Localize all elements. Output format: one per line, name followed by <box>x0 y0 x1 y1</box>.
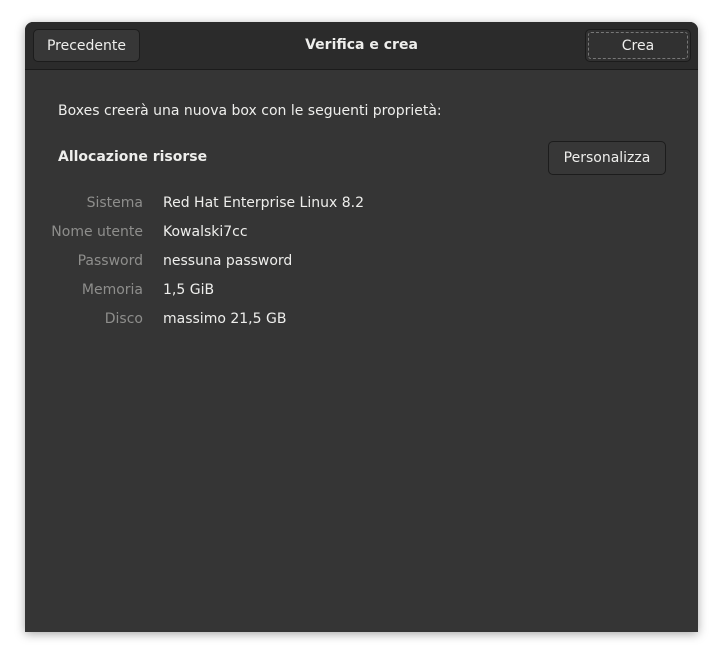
property-row-username: Nome utente Kowalski7cc <box>50 224 364 253</box>
property-label: Disco <box>104 311 143 327</box>
property-label: Sistema <box>86 195 143 211</box>
property-value: nessuna password <box>163 253 293 269</box>
property-label: Nome utente <box>51 224 143 240</box>
property-value: Red Hat Enterprise Linux 8.2 <box>163 195 364 211</box>
customize-button[interactable]: Personalizza <box>548 141 666 175</box>
property-row-memory: Memoria 1,5 GiB <box>50 282 364 311</box>
intro-text: Boxes creerà una nuova box con le seguen… <box>58 103 442 119</box>
property-row-disk: Disco massimo 21,5 GB <box>50 311 364 340</box>
properties-list: Sistema Red Hat Enterprise Linux 8.2 Nome… <box>50 195 364 340</box>
property-value: 1,5 GiB <box>163 282 215 298</box>
create-button[interactable]: Crea <box>585 29 691 62</box>
dialog-window: Precedente Verifica e crea Crea Boxes cr… <box>25 22 698 632</box>
property-label: Password <box>77 253 143 269</box>
section-title: Allocazione risorse <box>58 149 208 165</box>
property-row-password: Password nessuna password <box>50 253 364 282</box>
property-value: massimo 21,5 GB <box>163 311 287 327</box>
property-row-system: Sistema Red Hat Enterprise Linux 8.2 <box>50 195 364 224</box>
header-bar: Precedente Verifica e crea Crea <box>25 22 698 70</box>
property-value: Kowalski7cc <box>163 224 248 240</box>
property-label: Memoria <box>81 282 143 298</box>
